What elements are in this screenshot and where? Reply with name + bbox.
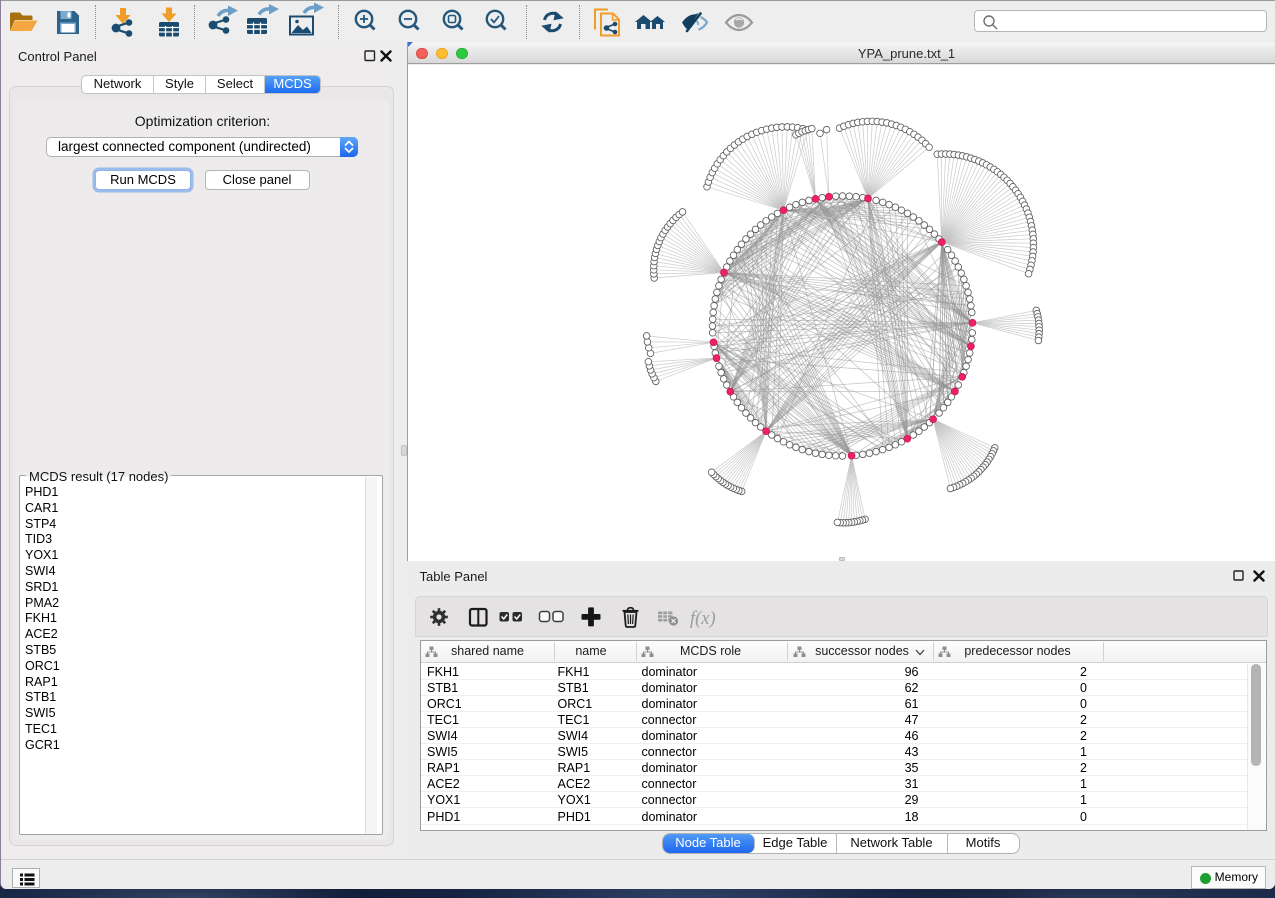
svg-text:f(x): f(x) [690,609,716,629]
